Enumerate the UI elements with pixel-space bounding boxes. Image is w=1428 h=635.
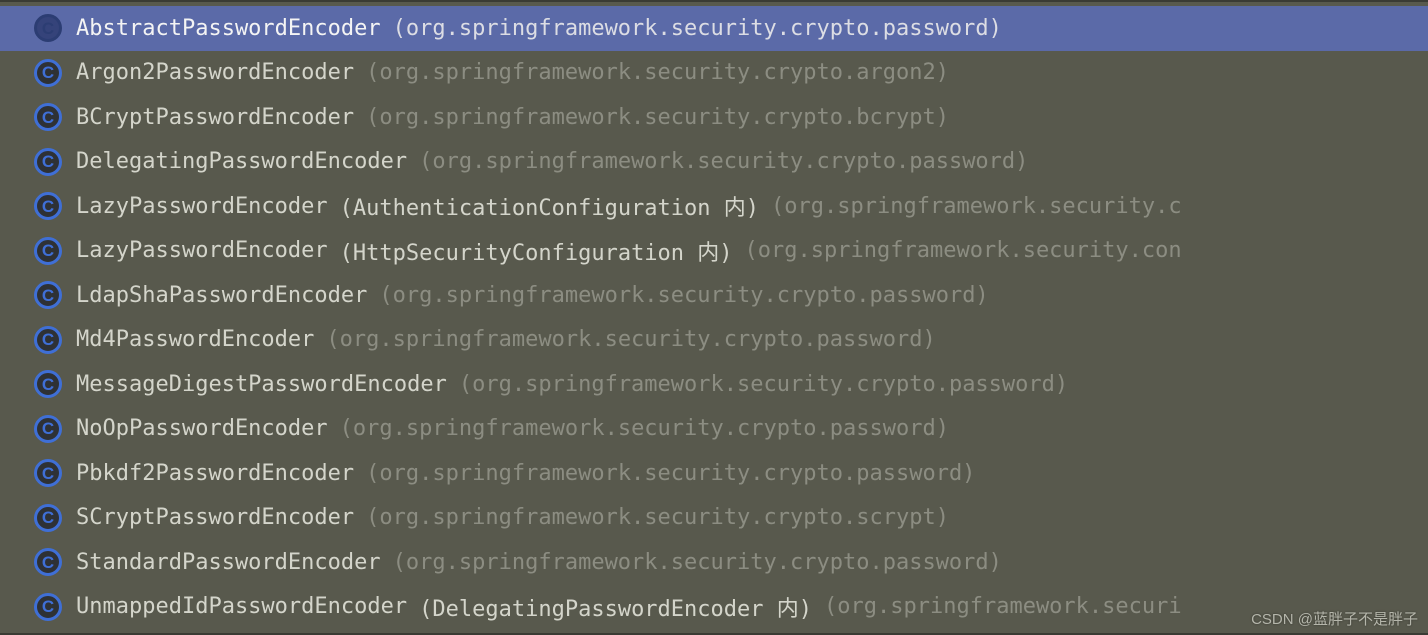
suggestion-row[interactable]: C StandardPasswordEncoder (org.springframe… xyxy=(0,540,1428,585)
class-name: StandardPasswordEncoder xyxy=(76,550,381,575)
class-name: Argon2PasswordEncoder xyxy=(76,60,354,85)
package-text: (org.springframework.security.crypto.pas… xyxy=(419,149,1028,174)
class-icon: C xyxy=(34,103,62,131)
class-icon: C xyxy=(34,548,62,576)
class-icon: C xyxy=(34,14,62,42)
package-text: (org.springframework.securi xyxy=(824,594,1182,619)
suggestion-row[interactable]: C MessageDigestPasswordEncoder (org.spring… xyxy=(0,362,1428,407)
class-name: LazyPasswordEncoder xyxy=(76,238,328,263)
watermark-text: CSDN @蓝胖子不是胖子 xyxy=(1251,608,1418,629)
suggestion-row[interactable]: C DelegatingPasswordEncoder (org.springfra… xyxy=(0,140,1428,185)
qualifier-text: (AuthenticationConfiguration 内) xyxy=(340,190,759,222)
package-text: (org.springframework.security.crypto.pas… xyxy=(379,283,988,308)
suggestion-row[interactable]: C NoOpPasswordEncoder (org.springframework… xyxy=(0,407,1428,452)
class-name: MessageDigestPasswordEncoder xyxy=(76,372,447,397)
suggestion-row[interactable]: C BCryptPasswordEncoder (org.springframewo… xyxy=(0,95,1428,140)
class-icon: C xyxy=(34,59,62,87)
class-name: UnmappedIdPasswordEncoder xyxy=(76,594,407,619)
suggestion-row[interactable]: C AbstractPasswordEncoder (org.springframe… xyxy=(0,6,1428,51)
package-text: (org.springframework.security.crypto.pas… xyxy=(340,416,949,441)
suggestion-row[interactable]: C SCryptPasswordEncoder (org.springframewo… xyxy=(0,496,1428,541)
class-icon: C xyxy=(34,148,62,176)
package-text: (org.springframework.security.crypto.arg… xyxy=(366,60,949,85)
package-text: (org.springframework.security.crypto.pas… xyxy=(326,327,935,352)
class-icon: C xyxy=(34,281,62,309)
class-name: BCryptPasswordEncoder xyxy=(76,105,354,130)
qualifier-text: (HttpSecurityConfiguration 内) xyxy=(340,235,733,267)
class-icon: C xyxy=(34,237,62,265)
package-text: (org.springframework.security.c xyxy=(771,194,1182,219)
qualifier-text: (DelegatingPasswordEncoder 内) xyxy=(419,591,812,623)
suggestion-row[interactable]: C LdapShaPasswordEncoder (org.springframew… xyxy=(0,273,1428,318)
class-icon: C xyxy=(34,593,62,621)
package-text: (org.springframework.security.crypto.pas… xyxy=(366,461,975,486)
class-icon: C xyxy=(34,415,62,443)
package-text: (org.springframework.security.crypto.pas… xyxy=(393,16,1002,41)
class-name: DelegatingPasswordEncoder xyxy=(76,149,407,174)
suggestion-row[interactable]: C UnmappedIdPasswordEncoder (DelegatingPas… xyxy=(0,585,1428,630)
suggestion-row[interactable]: C Argon2PasswordEncoder (org.springframewo… xyxy=(0,51,1428,96)
class-name: Pbkdf2PasswordEncoder xyxy=(76,461,354,486)
class-icon: C xyxy=(34,326,62,354)
suggestion-row[interactable]: C LazyPasswordEncoder (HttpSecurityConfigu… xyxy=(0,229,1428,274)
class-icon: C xyxy=(34,459,62,487)
package-text: (org.springframework.security.con xyxy=(745,238,1182,263)
class-icon: C xyxy=(34,192,62,220)
class-name: LdapShaPasswordEncoder xyxy=(76,283,367,308)
package-text: (org.springframework.security.crypto.pas… xyxy=(459,372,1068,397)
class-suggestion-list: C AbstractPasswordEncoder (org.springframe… xyxy=(0,0,1428,635)
class-name: SCryptPasswordEncoder xyxy=(76,505,354,530)
class-icon: C xyxy=(34,504,62,532)
suggestion-row[interactable]: C LazyPasswordEncoder (AuthenticationConfi… xyxy=(0,184,1428,229)
class-name: Md4PasswordEncoder xyxy=(76,327,314,352)
class-name: NoOpPasswordEncoder xyxy=(76,416,328,441)
package-text: (org.springframework.security.crypto.bcr… xyxy=(366,105,949,130)
package-text: (org.springframework.security.crypto.pas… xyxy=(393,550,1002,575)
package-text: (org.springframework.security.crypto.scr… xyxy=(366,505,949,530)
suggestion-row[interactable]: C Md4PasswordEncoder (org.springframework.… xyxy=(0,318,1428,363)
suggestion-row[interactable]: C Pbkdf2PasswordEncoder (org.springframewo… xyxy=(0,451,1428,496)
class-name: AbstractPasswordEncoder xyxy=(76,16,381,41)
class-icon: C xyxy=(34,370,62,398)
class-name: LazyPasswordEncoder xyxy=(76,194,328,219)
